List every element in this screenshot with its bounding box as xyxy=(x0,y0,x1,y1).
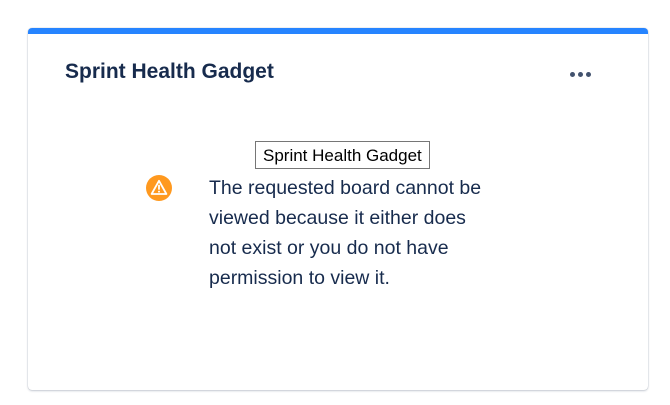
more-options-button[interactable] xyxy=(564,62,596,86)
warning-icon xyxy=(146,175,172,201)
card-accent-bar xyxy=(28,28,648,34)
gadget-title: Sprint Health Gadget xyxy=(65,60,274,83)
title-tooltip: Sprint Health Gadget xyxy=(255,141,430,169)
sprint-health-gadget-card: Sprint Health Gadget Sprint Health Gadge… xyxy=(28,28,648,390)
error-message: The requested board cannot be viewed bec… xyxy=(209,177,482,289)
more-horizontal-icon xyxy=(569,71,575,77)
